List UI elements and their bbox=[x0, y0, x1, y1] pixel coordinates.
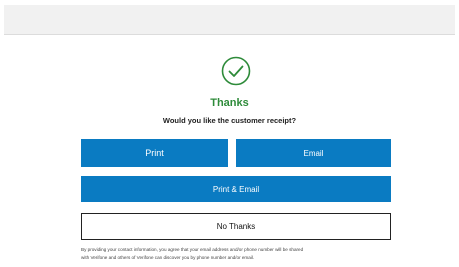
top-bar bbox=[4, 5, 455, 35]
thanks-title: Thanks bbox=[210, 97, 249, 109]
check-circle-icon bbox=[221, 56, 251, 86]
email-button[interactable]: Email bbox=[236, 139, 391, 167]
disclaimer-line: By providing your contact information, y… bbox=[81, 247, 304, 252]
receipt-question: Would you like the customer receipt? bbox=[162, 116, 297, 125]
no-thanks-button[interactable]: No Thanks bbox=[81, 213, 391, 240]
privacy-disclaimer: By providing your contact information, y… bbox=[81, 246, 411, 262]
receipt-prompt-screen: Thanks Would you like the customer recei… bbox=[0, 0, 459, 267]
print-and-email-button[interactable]: Print & Email bbox=[81, 176, 391, 202]
print-button[interactable]: Print bbox=[81, 139, 228, 167]
disclaimer-line: with Verifone and others of Verifone can… bbox=[81, 255, 255, 260]
